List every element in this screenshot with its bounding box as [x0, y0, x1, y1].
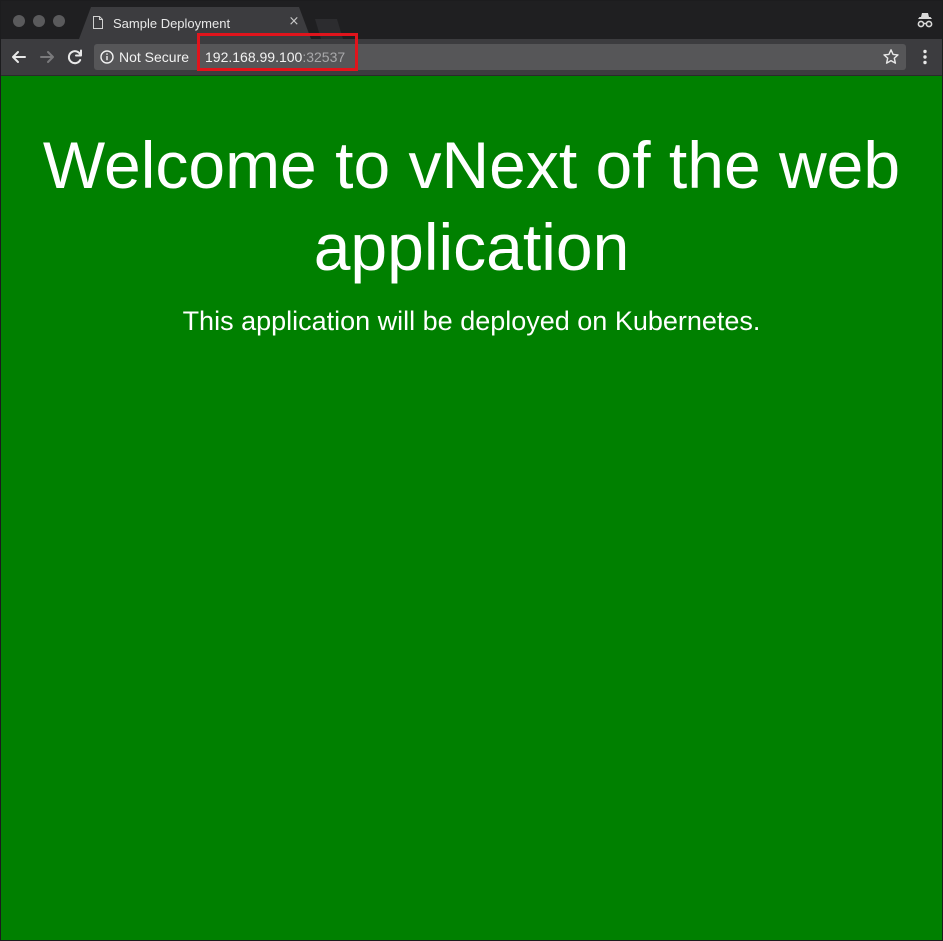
browser-toolbar: Not Secure 192.168.99.100:32537	[1, 39, 942, 76]
tab-title: Sample Deployment	[113, 16, 231, 31]
more-vertical-icon[interactable]	[915, 47, 935, 67]
incognito-icon	[917, 13, 933, 28]
info-icon[interactable]	[100, 50, 114, 64]
tab-strip: Sample Deployment ×	[1, 1, 942, 39]
url-port: :32537	[302, 49, 346, 65]
url-host: 192.168.99.100	[205, 49, 303, 65]
minimize-window-dot[interactable]	[33, 15, 45, 27]
page-subtitle: This application will be deployed on Kub…	[182, 306, 761, 336]
reload-icon[interactable]	[65, 47, 85, 67]
page-title: Welcome to vNext of the web application	[42, 128, 901, 284]
address-bar[interactable]: Not Secure 192.168.99.100:32537	[94, 44, 906, 70]
star-icon[interactable]	[882, 48, 900, 66]
browser-window: Sample Deployment × Not Secure 192.168.9…	[0, 0, 943, 941]
arrow-right-icon[interactable]	[37, 47, 57, 67]
tab-close-icon[interactable]: ×	[287, 15, 301, 29]
new-tab-button[interactable]	[315, 19, 343, 39]
arrow-left-icon[interactable]	[9, 47, 29, 67]
tab-sample-deployment[interactable]: Sample Deployment ×	[79, 7, 311, 39]
page-content: Welcome to vNext of the web application …	[1, 76, 942, 940]
close-window-dot[interactable]	[13, 15, 25, 27]
security-status-label[interactable]: Not Secure	[119, 49, 189, 65]
address-separator	[198, 49, 199, 65]
url-text[interactable]: 192.168.99.100:32537	[205, 49, 345, 65]
document-icon	[93, 16, 103, 29]
zoom-window-dot[interactable]	[53, 15, 65, 27]
